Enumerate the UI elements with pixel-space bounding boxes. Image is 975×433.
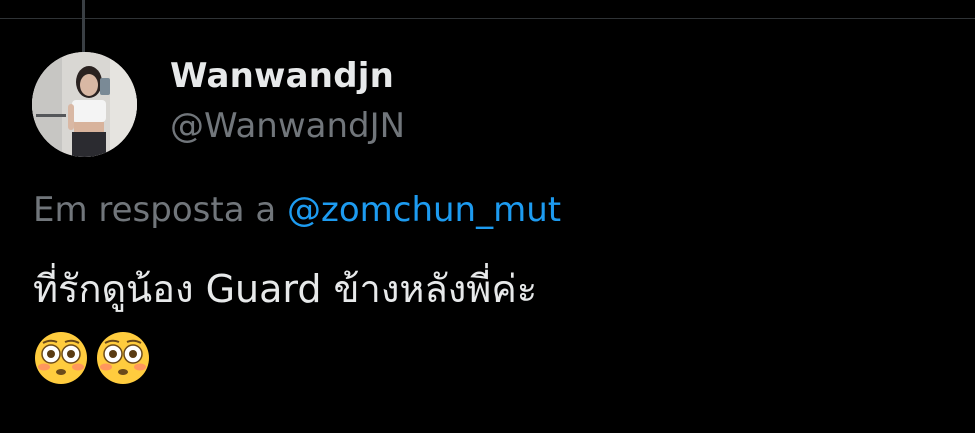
avatar[interactable] — [32, 52, 137, 157]
flushed-face-icon — [33, 330, 89, 386]
tweet-text: ที่รักดูน้อง Guard ข้างหลังพี่ค่ะ — [33, 267, 538, 311]
flushed-face-icon — [95, 330, 151, 386]
reply-mention-link[interactable]: @zomchun_mut — [287, 190, 561, 230]
author-handle[interactable]: @WanwandJN — [170, 106, 405, 146]
top-divider — [0, 18, 975, 19]
thread-connector-line — [82, 0, 85, 52]
author-display-name[interactable]: Wanwandjn — [170, 56, 394, 96]
reply-context: Em resposta a @zomchun_mut — [33, 190, 561, 230]
emoji-row — [33, 330, 151, 386]
reply-prefix: Em resposta a — [33, 190, 277, 230]
